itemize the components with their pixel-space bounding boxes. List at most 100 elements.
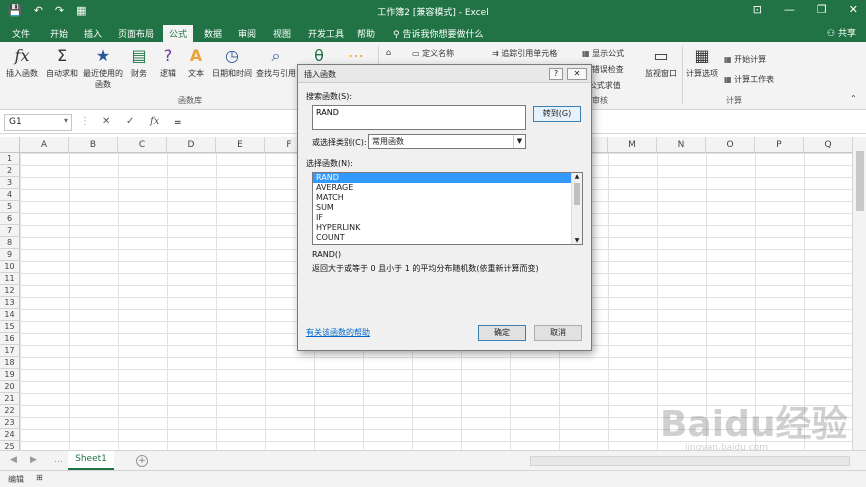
restore-button[interactable]: ❐ — [817, 3, 827, 16]
column-header[interactable]: N — [657, 137, 706, 153]
row-header[interactable]: 25 — [0, 441, 20, 450]
show-formulas-button[interactable]: ▦ 显示公式 — [582, 48, 624, 59]
vertical-scrollbar[interactable] — [852, 137, 866, 450]
column-header[interactable]: Q — [804, 137, 852, 153]
row-header[interactable]: 1 — [0, 153, 20, 165]
calc-now-button[interactable]: ▦ 开始计算 — [724, 54, 766, 65]
category-select[interactable]: 常用函数 ▼ — [368, 134, 526, 149]
tell-me-search[interactable]: ⚲ 告诉我你想要做什么 — [393, 27, 483, 40]
text-button[interactable]: A 文本 — [185, 46, 207, 79]
macro-record-icon[interactable]: ⊞ — [36, 473, 43, 482]
row-header[interactable]: 19 — [0, 369, 20, 381]
row-header[interactable]: 4 — [0, 189, 20, 201]
list-item[interactable]: MATCH — [313, 193, 571, 203]
define-name-button[interactable]: ▭ 定义名称 — [412, 48, 454, 59]
column-header[interactable]: M — [608, 137, 657, 153]
row-header[interactable]: 16 — [0, 333, 20, 345]
search-function-input[interactable]: RAND — [312, 105, 526, 130]
row-header[interactable]: 8 — [0, 237, 20, 249]
enter-icon[interactable]: ✓ — [126, 116, 134, 127]
ok-button[interactable]: 确定 — [478, 325, 526, 341]
calc-options-button[interactable]: ▦ 计算选项 — [684, 46, 720, 79]
row-header[interactable]: 7 — [0, 225, 20, 237]
datetime-button[interactable]: ◷ 日期和时间 — [211, 46, 253, 79]
tab-view[interactable]: 视图 — [267, 25, 297, 42]
cancel-icon[interactable]: ✕ — [102, 116, 110, 127]
minimize-button[interactable]: — — [784, 3, 795, 16]
row-header[interactable]: 14 — [0, 309, 20, 321]
tab-review[interactable]: 审阅 — [232, 25, 262, 42]
scroll-thumb[interactable] — [856, 151, 864, 211]
row-header[interactable]: 24 — [0, 429, 20, 441]
column-header[interactable]: C — [118, 137, 167, 153]
cancel-button[interactable]: 取消 — [534, 325, 582, 341]
fx-icon[interactable]: fx — [150, 116, 159, 127]
horizontal-scrollbar[interactable] — [530, 456, 850, 466]
tab-home[interactable]: 开始 — [44, 25, 74, 42]
tab-formulas[interactable]: 公式 — [163, 25, 194, 42]
row-header[interactable]: 23 — [0, 417, 20, 429]
add-sheet-button[interactable]: + — [136, 455, 148, 467]
row-header[interactable]: 3 — [0, 177, 20, 189]
function-help-link[interactable]: 有关该函数的帮助 — [306, 327, 370, 338]
logical-button[interactable]: ? 逻辑 — [157, 46, 179, 79]
row-header[interactable]: 15 — [0, 321, 20, 333]
insert-function-button[interactable]: fx 插入函数 — [4, 46, 40, 79]
column-header[interactable]: A — [20, 137, 69, 153]
list-item[interactable]: SUM — [313, 203, 571, 213]
tab-help[interactable]: 帮助 — [351, 25, 381, 42]
row-header[interactable]: 18 — [0, 357, 20, 369]
column-header[interactable]: P — [755, 137, 804, 153]
scroll-down-icon[interactable]: ▼ — [572, 237, 582, 244]
row-header[interactable]: 13 — [0, 297, 20, 309]
close-button[interactable]: ✕ — [849, 3, 858, 16]
prev-sheet-icon[interactable]: ◀ — [10, 455, 17, 465]
row-header[interactable]: 6 — [0, 213, 20, 225]
column-header[interactable]: D — [167, 137, 216, 153]
row-header[interactable]: 2 — [0, 165, 20, 177]
dialog-close-button[interactable]: ✕ — [567, 68, 587, 80]
goto-button[interactable]: 转到(G) — [533, 106, 581, 122]
row-header[interactable]: 20 — [0, 381, 20, 393]
tab-data[interactable]: 数据 — [198, 25, 228, 42]
list-item[interactable]: IF — [313, 213, 571, 223]
list-item[interactable]: RAND — [313, 173, 571, 183]
more-sheets-icon[interactable]: … — [54, 455, 63, 465]
list-item[interactable]: AVERAGE — [313, 183, 571, 193]
collapse-ribbon-icon[interactable]: ⌃ — [850, 94, 857, 103]
tab-page-layout[interactable]: 页面布局 — [112, 25, 160, 42]
row-header[interactable]: 21 — [0, 393, 20, 405]
list-item[interactable]: COUNT — [313, 233, 571, 243]
column-header[interactable]: O — [706, 137, 755, 153]
function-list[interactable]: RAND AVERAGE MATCH SUM IF HYPERLINK COUN… — [312, 172, 583, 245]
tab-file[interactable]: 文件 — [6, 25, 36, 42]
tab-developer[interactable]: 开发工具 — [302, 25, 350, 42]
select-all-corner[interactable] — [0, 137, 20, 153]
scroll-up-icon[interactable]: ▲ — [572, 173, 582, 180]
calc-sheet-button[interactable]: ▦ 计算工作表 — [724, 74, 774, 85]
list-scrollbar[interactable]: ▲ ▼ — [571, 173, 582, 244]
row-header[interactable]: 11 — [0, 273, 20, 285]
lookup-button[interactable]: ⌕ 查找与引用 — [254, 46, 298, 79]
account-icon[interactable]: ⊡ — [753, 3, 762, 16]
row-header[interactable]: 12 — [0, 285, 20, 297]
row-header[interactable]: 22 — [0, 405, 20, 417]
trace-precedents-button[interactable]: ⇉ 追踪引用单元格 — [492, 48, 557, 59]
autosum-button[interactable]: Σ 自动求和 — [44, 46, 80, 79]
name-manager-icon[interactable]: ⌂ — [386, 48, 391, 57]
recent-functions-button[interactable]: ★ 最近使用的函数 — [82, 46, 124, 90]
chevron-down-icon[interactable]: ▾ — [64, 116, 68, 125]
share-button[interactable]: ⚇ 共享 — [827, 26, 856, 39]
scroll-thumb[interactable] — [574, 183, 580, 205]
row-header[interactable]: 5 — [0, 201, 20, 213]
row-header[interactable]: 17 — [0, 345, 20, 357]
name-box[interactable]: G1 ▾ — [4, 114, 72, 131]
column-header[interactable]: E — [216, 137, 265, 153]
list-item[interactable]: HYPERLINK — [313, 223, 571, 233]
sheet-tab[interactable]: Sheet1 — [68, 451, 114, 470]
dialog-help-button[interactable]: ? — [549, 68, 563, 80]
tab-insert[interactable]: 插入 — [78, 25, 108, 42]
watch-window-button[interactable]: ▭ 监视窗口 — [642, 46, 680, 79]
next-sheet-icon[interactable]: ▶ — [30, 455, 37, 465]
chevron-down-icon[interactable]: ▼ — [513, 135, 525, 148]
